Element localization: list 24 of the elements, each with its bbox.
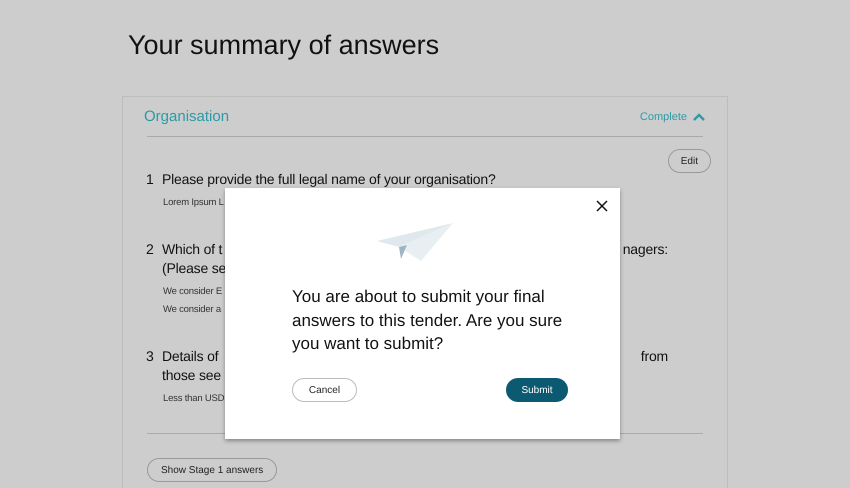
answer-text: We consider a — [163, 303, 221, 317]
section-title: Organisation — [144, 108, 230, 125]
question-text: nagers: — [622, 240, 668, 259]
question-text: Please provide the full legal name of your organisation? — [162, 170, 496, 189]
question-number: 3 — [146, 347, 155, 366]
question-number: 1 — [146, 170, 155, 189]
cancel-button[interactable]: Cancel — [292, 378, 357, 402]
answer-text: Less than USD — [163, 392, 224, 406]
question-text: (Please se — [162, 259, 226, 278]
dialog-message: You are about to submit your final answers to this tender. Are you sure you want to submit? — [292, 286, 564, 355]
submit-button[interactable]: Submit — [506, 378, 568, 402]
answer-text: Lorem Ipsum L — [163, 196, 224, 210]
paper-plane-icon — [377, 223, 453, 261]
question-text: from — [640, 347, 668, 366]
edit-button[interactable]: Edit — [668, 149, 711, 173]
question-text: Details of — [162, 347, 218, 366]
question-number: 2 — [146, 240, 155, 259]
answer-text: We consider E — [163, 285, 222, 299]
show-answers-button[interactable]: Show Stage 1 answers — [147, 458, 278, 482]
status-label: Complete — [640, 110, 687, 122]
question-text: those see — [162, 366, 221, 385]
question-text: Which of t — [162, 240, 222, 259]
close-icon[interactable] — [596, 200, 608, 212]
page-title: Your summary of answers — [128, 30, 440, 61]
